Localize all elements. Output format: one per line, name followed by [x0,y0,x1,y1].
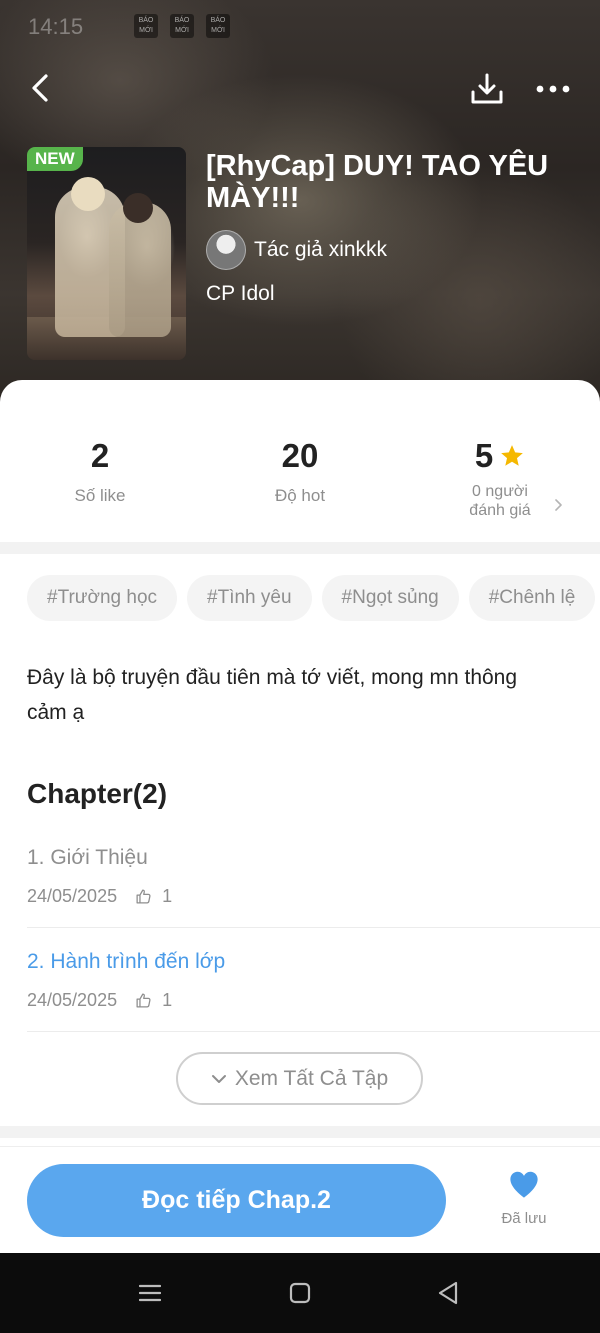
chapter-meta: 24/05/2025 1 [27,990,172,1011]
thumb-up-icon [136,889,151,904]
system-navigation-bar [0,1253,600,1333]
chapter-item[interactable]: 2. Hành trình đến lớp 24/05/2025 1 [0,928,600,1032]
tag-chip[interactable]: #Chênh lệ [468,575,596,621]
tag-chip[interactable]: #Trường học [27,575,178,621]
chapter-date: 24/05/2025 [27,990,118,1010]
chapter-like-count: 1 [162,990,173,1010]
stat-hot: 20 Độ hot [200,436,400,506]
story-detail-sheet: 2 Số like 20 Độ hot 5 0 người đánh giá #… [0,380,600,1253]
avatar [206,230,246,270]
bottom-action-bar: Đọc tiếp Chap.2 Đã lưu [0,1146,600,1253]
stat-rating[interactable]: 5 0 người đánh giá [400,436,600,520]
story-cover-image[interactable] [27,147,186,360]
status-bar: 14:15 BÁO MỚI BÁO MỚI BÁO MỚI [0,0,600,56]
hot-label: Độ hot [274,486,326,505]
star-icon [501,445,524,466]
notification-badge: BÁO MỚI [134,14,158,38]
section-divider [0,1126,600,1138]
recent-apps-button[interactable] [130,1273,170,1313]
new-badge: NEW [27,147,83,171]
chapter-item[interactable]: 1. Giới Thiệu 24/05/2025 1 [0,824,600,928]
chapter-title: 1. Giới Thiệu [27,846,148,869]
view-all-label: Xem Tất Cả Tập [234,1066,389,1090]
hero-header: 14:15 BÁO MỚI BÁO MỚI BÁO MỚI NEW [RhyCa… [0,0,600,420]
home-square-icon [289,1282,311,1304]
thumb-up-icon [136,993,151,1008]
chapter-meta: 24/05/2025 1 [27,886,172,907]
download-button[interactable] [464,66,510,112]
author-name: Tác giả xinkkk [254,238,388,261]
tag-chip[interactable]: #Tình yêu [187,575,312,621]
rating-value: 5 [474,437,494,474]
category-label[interactable]: CP Idol [206,282,275,306]
continue-reading-button[interactable]: Đọc tiếp Chap.2 [27,1164,446,1237]
notification-badge: BÁO MỚI [170,14,194,38]
likes-count: 2 [90,437,110,474]
notification-badge: BÁO MỚI [206,14,230,38]
chapter-title: 2. Hành trình đến lớp [27,950,226,973]
section-divider [0,542,600,554]
heart-icon [510,1171,538,1198]
saved-label: Đã lưu [501,1210,547,1227]
hot-count: 20 [281,437,319,474]
back-triangle-icon [438,1281,458,1305]
author-link[interactable]: Tác giả xinkkk [206,230,387,270]
likes-label: Số like [74,486,126,505]
menu-icon [139,1284,161,1302]
tag-chip[interactable]: #Ngọt sủng [321,575,459,621]
home-button[interactable] [280,1273,320,1313]
saved-button[interactable]: Đã lưu [488,1169,560,1227]
back-icon [32,74,48,102]
stat-likes: 2 Số like [0,436,200,506]
system-back-button[interactable] [428,1273,468,1313]
stats-row: 2 Số like 20 Độ hot 5 0 người đánh giá [0,380,600,542]
rating-count-label: 0 người đánh giá [469,483,531,519]
chapters-heading: Chapter(2) [27,778,168,809]
story-title: [RhyCap] DUY! TAO YÊU MÀY!!! [206,150,549,214]
view-all-chapters-button[interactable]: Xem Tất Cả Tập [176,1052,423,1105]
more-options-button[interactable] [530,66,576,112]
story-description: Đây là bộ truyện đầu tiên mà tớ viết, mo… [27,666,518,724]
chevron-right-icon[interactable] [552,498,564,512]
back-button[interactable] [18,66,62,110]
chevron-down-icon [211,1074,226,1083]
tag-list: #Trường học #Tình yêu #Ngọt sủng #Chênh lệ [27,575,600,621]
chapter-date: 24/05/2025 [27,886,118,906]
chapter-like-count: 1 [162,886,173,906]
download-icon [471,73,503,104]
status-time: 14:15 [28,14,84,39]
more-icon [536,85,570,93]
